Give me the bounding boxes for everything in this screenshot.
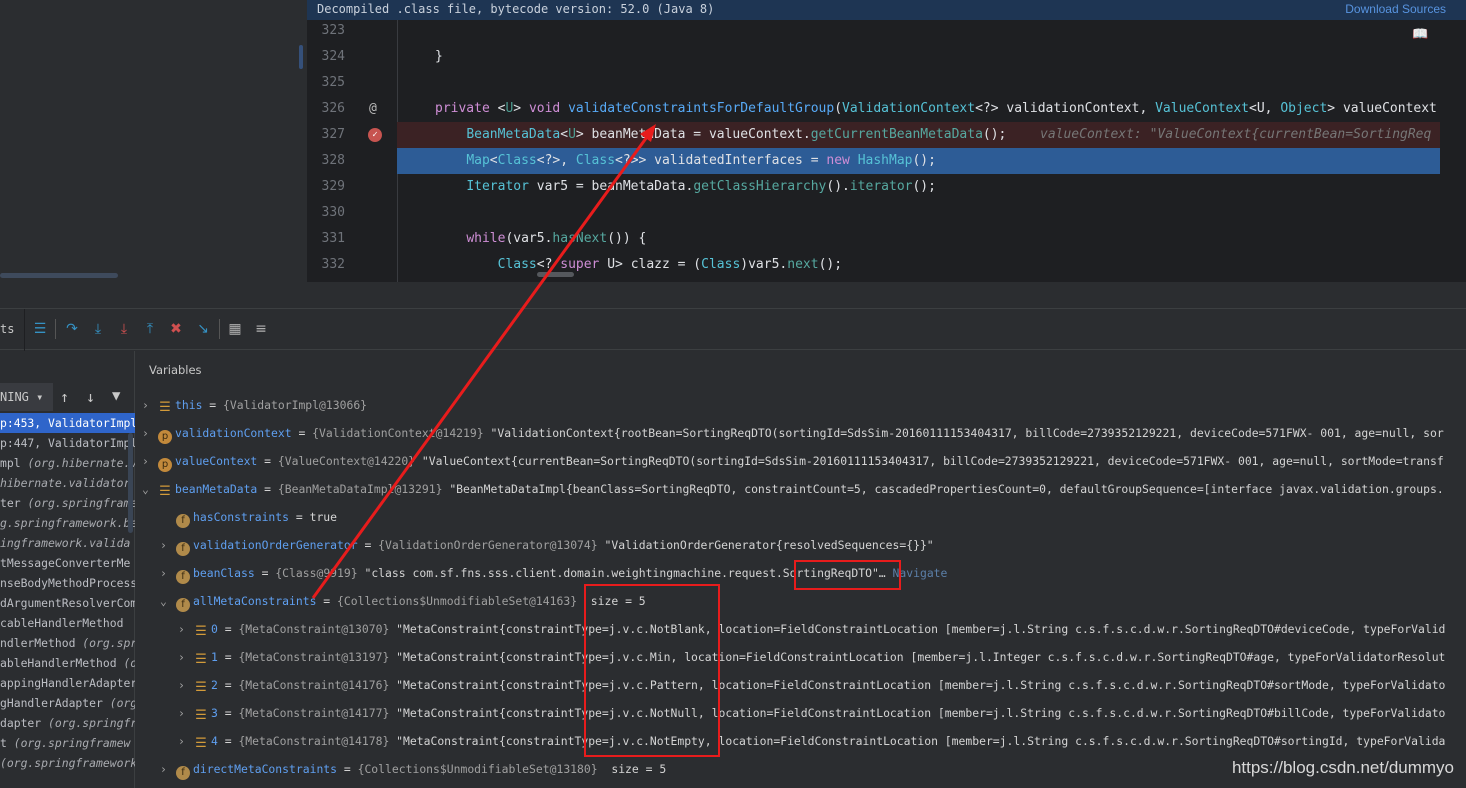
annotation-arrow-layer	[311, 124, 656, 599]
annotation-arrow	[311, 129, 654, 599]
annotation-arrowhead	[640, 124, 656, 142]
